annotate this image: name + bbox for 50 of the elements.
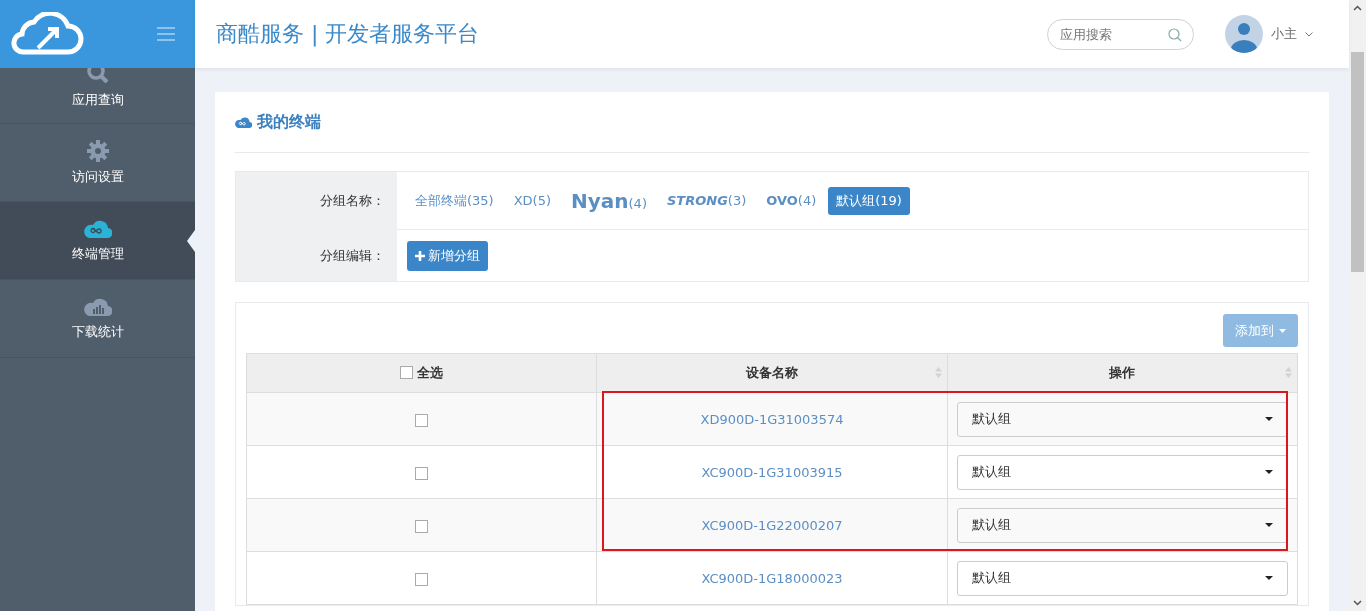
group-tab[interactable]: 默认组(19) [828,186,910,215]
user-name[interactable]: 小主 [1271,25,1297,43]
add-group-button[interactable]: 新增分组 [407,240,488,271]
group-dropdown[interactable]: 默认组 [956,401,1288,437]
caret-icon [1279,328,1286,333]
cloud-logo-icon [10,12,84,56]
row-checkbox[interactable] [415,519,429,533]
caret-icon [1265,470,1273,474]
group-dropdown[interactable]: 默认组 [956,507,1288,543]
field-label: 分组名称： [236,172,397,230]
section-header: 我的终端 [235,92,1309,153]
cloud-infinity-icon [83,218,112,239]
sort-icon[interactable] [934,366,942,379]
column-header[interactable]: 设备名称 [746,365,798,380]
field-label: 分组编辑： [236,230,397,281]
active-pointer [187,229,195,252]
device-link[interactable]: XC900D-1G31003915 [701,464,843,480]
app-title: 商酷服务 | 开发者服务平台 [216,20,481,49]
cloud-chart-icon [83,296,112,317]
caret-icon [1265,523,1273,527]
menu-icon[interactable] [157,27,175,41]
sidebar-item[interactable]: 终端管理 [0,202,195,280]
plus-icon [415,250,425,261]
search-icon [85,68,110,85]
cloud-infinity-icon [235,115,252,129]
caret-icon [1265,417,1273,421]
search-field[interactable]: 应用搜索 [1047,18,1194,50]
device-link[interactable]: XC900D-1G22000207 [701,517,843,533]
sidebar-item[interactable]: 应用查询 [0,68,195,124]
chevron-down-icon[interactable] [1305,31,1313,37]
row-checkbox[interactable] [415,413,429,427]
device-link[interactable]: XC900D-1G18000023 [701,570,843,586]
device-link[interactable]: XD900D-1G31003574 [700,411,844,427]
group-tab[interactable]: OVO(4) [758,188,825,213]
group-tab[interactable]: 全部终端(35) [407,186,502,215]
search-icon[interactable] [1168,27,1182,42]
row-checkbox[interactable] [415,572,429,586]
group-tab[interactable]: XD(5) [505,188,560,213]
select-all-label[interactable]: 全选 [417,363,444,382]
avatar[interactable] [1225,15,1263,53]
group-dropdown[interactable]: 默认组 [956,454,1288,490]
column-header[interactable]: 操作 [1109,365,1136,380]
select-all-checkbox[interactable] [400,366,414,380]
caret-icon [1265,576,1273,580]
sidebar-item[interactable]: 下载统计 [0,280,195,358]
group-tab[interactable]: STRONG(3) [658,188,755,213]
row-checkbox[interactable] [415,466,429,480]
group-tab[interactable]: Nyan(4) [563,183,655,218]
group-dropdown[interactable]: 默认组 [956,560,1288,596]
sort-icon[interactable] [1285,366,1292,379]
